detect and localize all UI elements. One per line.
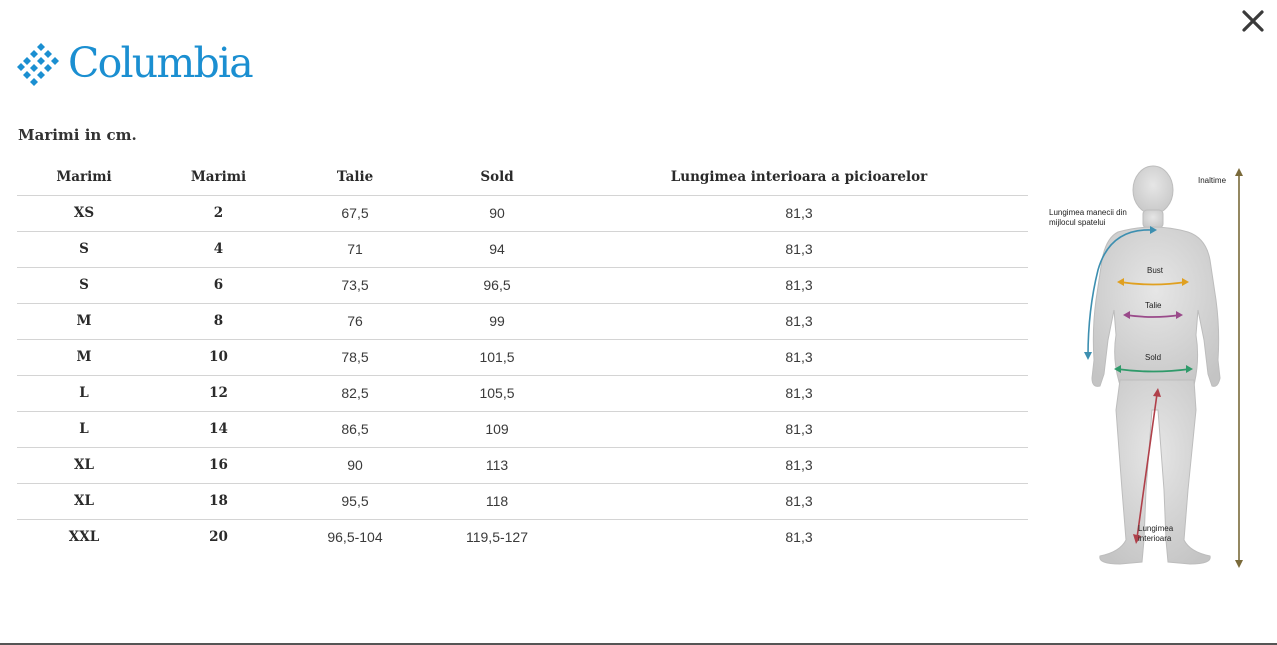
- cell-talie: 78,5: [286, 339, 424, 376]
- cell-talie: 73,5: [286, 267, 424, 304]
- cell-talie: 67,5: [286, 195, 424, 232]
- cell-sold: 94: [424, 231, 570, 268]
- cell-size-number: 18: [151, 483, 286, 520]
- cell-size-letter: XL: [17, 447, 151, 484]
- cell-size-number: 12: [151, 375, 286, 412]
- cell-sold: 118: [424, 483, 570, 520]
- header-marimi-letter: Marimi: [17, 159, 151, 196]
- cell-inseam: 81,3: [570, 231, 1028, 268]
- columbia-diamond-logo-icon: [17, 43, 59, 86]
- cell-talie: 96,5-104: [327, 529, 383, 546]
- height-label: Inaltime: [1198, 176, 1227, 185]
- cell-size-number: 8: [151, 303, 286, 340]
- cell-size-letter: M: [17, 339, 151, 376]
- waist-label: Talie: [1145, 301, 1162, 310]
- table-row: XL 16 90 113 81,3: [17, 447, 1028, 484]
- cell-size-number: 6: [151, 267, 286, 304]
- cell-size-number: 2: [151, 195, 286, 232]
- cell-sold: 90: [424, 195, 570, 232]
- cell-inseam: 81,3: [570, 195, 1028, 232]
- cell-sold: 99: [424, 303, 570, 340]
- table-row: M 8 76 99 81,3: [17, 303, 1028, 340]
- table-row: S 4 71 94 81,3: [17, 231, 1028, 268]
- close-icon: [1242, 10, 1264, 32]
- bust-label: Bust: [1147, 266, 1164, 275]
- cell-size-letter: S: [17, 267, 151, 304]
- cell-size-letter: L: [17, 411, 151, 448]
- header-sold: Sold: [424, 159, 570, 196]
- cell-size-letter: XS: [17, 195, 151, 232]
- inseam-label-line1: Lungimea: [1138, 524, 1174, 533]
- cell-size-number: 20: [209, 529, 228, 546]
- sleeve-label-line1: Lungimea manecii din: [1049, 208, 1127, 217]
- cell-size-letter: XL: [17, 483, 151, 520]
- cell-inseam: 81,3: [785, 529, 813, 546]
- cell-size-letter: M: [17, 303, 151, 340]
- brand-name: Columbia: [68, 38, 254, 87]
- table-row: S 6 73,5 96,5 81,3: [17, 267, 1028, 304]
- brand-logo: Columbia: [17, 38, 254, 88]
- table-row: M 10 78,5 101,5 81,3: [17, 339, 1028, 376]
- table-row: L 14 86,5 109 81,3: [17, 411, 1028, 448]
- cell-size-number: 4: [151, 231, 286, 268]
- size-table: Marimi Marimi Talie Sold Lungimea interi…: [17, 159, 1028, 555]
- header-talie: Talie: [286, 159, 424, 196]
- inseam-label-line2: interioara: [1138, 534, 1172, 543]
- cell-size-number: 10: [151, 339, 286, 376]
- cell-sold: 101,5: [424, 339, 570, 376]
- header-inseam: Lungimea interioara a picioarelor: [570, 159, 1028, 196]
- table-row: XL 18 95,5 118 81,3: [17, 483, 1028, 520]
- cell-inseam: 81,3: [570, 375, 1028, 412]
- table-row: L 12 82,5 105,5 81,3: [17, 375, 1028, 412]
- cell-sold: 96,5: [424, 267, 570, 304]
- height-measure-line: [1235, 168, 1243, 568]
- cell-talie: 90: [286, 447, 424, 484]
- cell-inseam: 81,3: [570, 339, 1028, 376]
- cell-inseam: 81,3: [570, 303, 1028, 340]
- cell-sold: 109: [424, 411, 570, 448]
- cell-inseam: 81,3: [570, 483, 1028, 520]
- sleeve-label-line2: mijlocul spatelui: [1049, 218, 1106, 227]
- size-guide-modal: Columbia Marimi in cm. Marimi Marimi Tal…: [0, 0, 1277, 645]
- cell-size-letter: XXL: [68, 529, 100, 546]
- cell-talie: 76: [286, 303, 424, 340]
- cell-talie: 86,5: [286, 411, 424, 448]
- close-button[interactable]: [1240, 8, 1266, 34]
- cell-sold: 119,5-127: [465, 529, 528, 546]
- cell-size-number: 16: [151, 447, 286, 484]
- section-title: Marimi in cm.: [18, 126, 137, 144]
- table-row: XXL 20 96,5-104 119,5-127 81,3: [17, 519, 1028, 555]
- table-row: XS 2 67,5 90 81,3: [17, 195, 1028, 232]
- cell-size-letter: S: [17, 231, 151, 268]
- cell-inseam: 81,3: [570, 411, 1028, 448]
- hip-label: Sold: [1145, 353, 1162, 362]
- cell-sold: 105,5: [424, 375, 570, 412]
- cell-size-number: 14: [151, 411, 286, 448]
- cell-inseam: 81,3: [570, 267, 1028, 304]
- table-header-row: Marimi Marimi Talie Sold Lungimea interi…: [17, 159, 1028, 196]
- cell-sold: 113: [424, 447, 570, 484]
- cell-talie: 95,5: [286, 483, 424, 520]
- body-silhouette: [1091, 165, 1221, 565]
- header-marimi-number: Marimi: [151, 159, 286, 196]
- cell-inseam: 81,3: [570, 447, 1028, 484]
- cell-size-letter: L: [17, 375, 151, 412]
- body-measurement-figure: Inaltime Lungimea manecii din mijlocul s…: [1040, 160, 1270, 572]
- cell-talie: 82,5: [286, 375, 424, 412]
- cell-talie: 71: [286, 231, 424, 268]
